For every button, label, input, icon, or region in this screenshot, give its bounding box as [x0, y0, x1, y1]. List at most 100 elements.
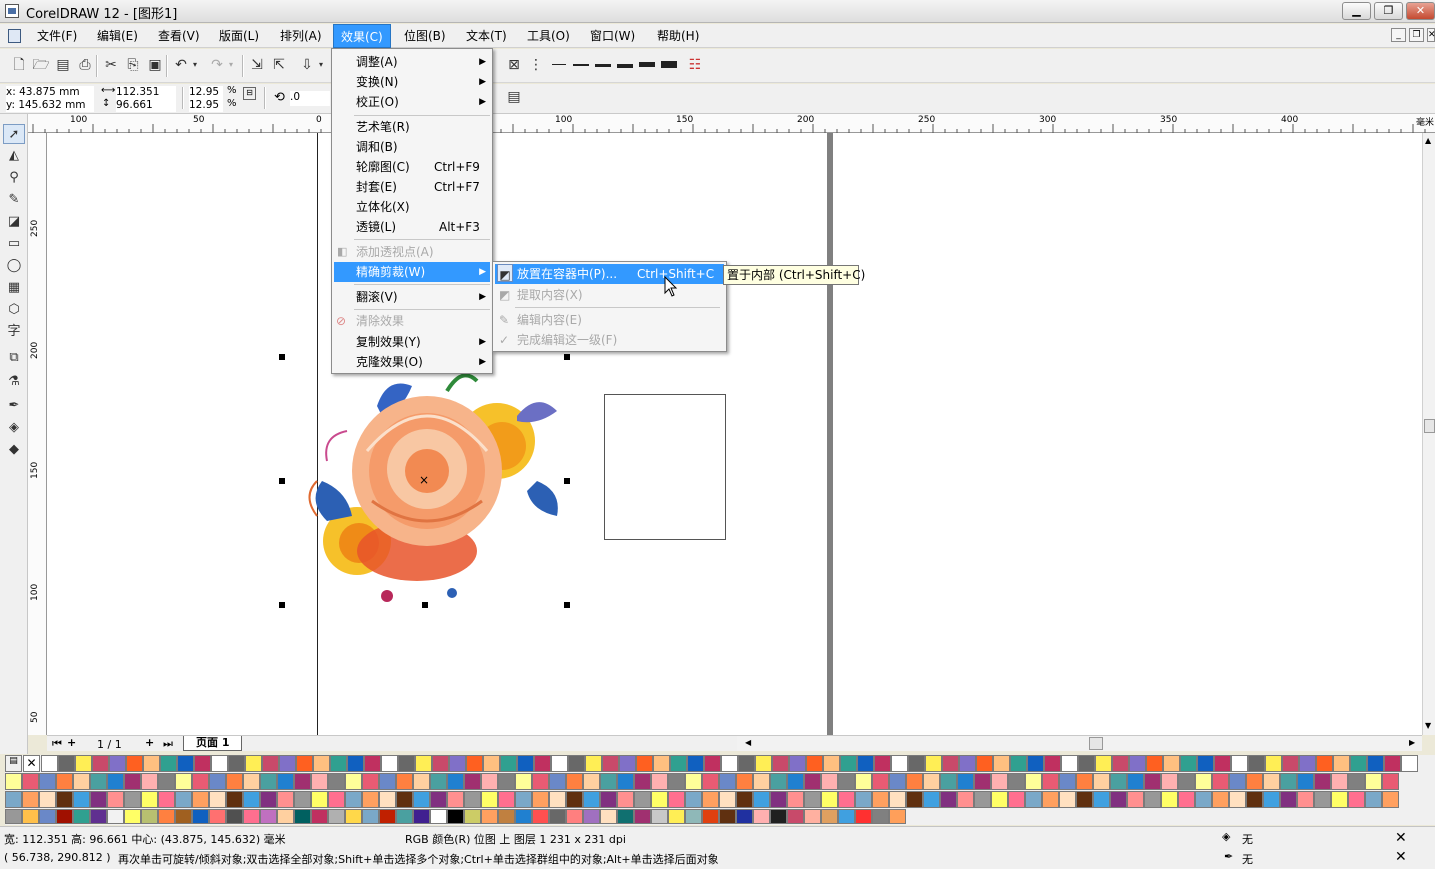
- color-swatch[interactable]: [362, 809, 379, 824]
- color-swatch[interactable]: [738, 755, 755, 772]
- color-swatch[interactable]: [670, 755, 687, 772]
- outline-width-5-icon[interactable]: [639, 62, 655, 67]
- color-swatch[interactable]: [721, 755, 738, 772]
- color-swatch[interactable]: [619, 755, 636, 772]
- add-page-before-icon[interactable]: +: [67, 736, 76, 749]
- color-swatch[interactable]: [617, 809, 634, 824]
- horizontal-scrollbar[interactable]: ◀ ▶: [737, 735, 1422, 751]
- color-swatch[interactable]: [449, 755, 466, 772]
- color-swatch[interactable]: [1265, 755, 1282, 772]
- color-swatch[interactable]: [294, 773, 311, 790]
- color-swatch[interactable]: [532, 773, 549, 790]
- export-icon[interactable]: ⇱: [270, 56, 288, 74]
- color-swatch[interactable]: [141, 791, 158, 808]
- color-swatch[interactable]: [838, 791, 855, 808]
- color-swatch[interactable]: [823, 755, 840, 772]
- color-swatch[interactable]: [1316, 755, 1333, 772]
- color-swatch[interactable]: [1059, 773, 1076, 790]
- scale-height-field[interactable]: 12.95: [189, 99, 223, 112]
- color-swatch[interactable]: [124, 809, 141, 824]
- outline-status[interactable]: 无: [1242, 851, 1253, 867]
- color-swatch[interactable]: [600, 791, 617, 808]
- fill-status[interactable]: 无: [1242, 831, 1253, 847]
- color-swatch[interactable]: [685, 809, 702, 824]
- color-swatch[interactable]: [755, 755, 772, 772]
- scroll-thumb[interactable]: [1424, 419, 1435, 433]
- color-swatch[interactable]: [1078, 755, 1095, 772]
- color-swatch[interactable]: [1042, 773, 1059, 790]
- document-icon[interactable]: [8, 29, 21, 43]
- menu-item-extract-contents[interactable]: ◩ 提取内容(X): [495, 285, 724, 305]
- color-swatch[interactable]: [585, 755, 602, 772]
- color-swatch[interactable]: [226, 791, 243, 808]
- color-swatch[interactable]: [974, 773, 991, 790]
- palette-menu-icon[interactable]: ▤: [5, 755, 22, 772]
- color-swatch[interactable]: [704, 755, 721, 772]
- color-swatch[interactable]: [889, 809, 906, 824]
- color-swatch[interactable]: [566, 773, 583, 790]
- color-swatch[interactable]: [1280, 773, 1297, 790]
- rectangle-container[interactable]: [604, 394, 726, 540]
- color-swatch[interactable]: [532, 791, 549, 808]
- outline-width-6-icon[interactable]: [661, 61, 677, 68]
- menu-item-place-inside-container[interactable]: ◩ 放置在容器中(P)... Ctrl+Shift+C: [495, 264, 724, 284]
- color-swatch[interactable]: [73, 791, 90, 808]
- menu-item-powerclip[interactable]: 精确剪裁(W) ▶: [334, 262, 490, 282]
- import-icon[interactable]: ⇲: [248, 56, 266, 74]
- color-swatch[interactable]: [634, 809, 651, 824]
- color-swatch[interactable]: [447, 773, 464, 790]
- color-swatch[interactable]: [177, 755, 194, 772]
- color-swatch[interactable]: [940, 773, 957, 790]
- color-swatch[interactable]: [1127, 791, 1144, 808]
- color-swatch[interactable]: [92, 755, 109, 772]
- color-swatch[interactable]: [1112, 755, 1129, 772]
- color-swatch[interactable]: [328, 809, 345, 824]
- menu-file[interactable]: 文件(F): [30, 24, 84, 48]
- color-swatch[interactable]: [857, 755, 874, 772]
- color-swatch[interactable]: [634, 773, 651, 790]
- selection-handle[interactable]: [564, 354, 570, 360]
- color-swatch[interactable]: [175, 791, 192, 808]
- color-swatch[interactable]: [226, 809, 243, 824]
- color-swatch[interactable]: [940, 791, 957, 808]
- color-swatch[interactable]: [889, 791, 906, 808]
- paste-icon[interactable]: ▣: [146, 56, 164, 74]
- color-swatch[interactable]: [124, 773, 141, 790]
- color-swatch[interactable]: [957, 791, 974, 808]
- color-swatch[interactable]: [1127, 773, 1144, 790]
- vertical-ruler[interactable]: 250 200 150 100 50: [28, 133, 47, 735]
- selection-handle[interactable]: [279, 354, 285, 360]
- color-swatch[interactable]: [1044, 755, 1061, 772]
- color-swatch[interactable]: [1229, 773, 1246, 790]
- color-swatch[interactable]: [821, 791, 838, 808]
- rotation-field[interactable]: .0: [290, 91, 330, 106]
- color-swatch[interactable]: [39, 791, 56, 808]
- eyedropper-tool-icon[interactable]: ⚗: [3, 372, 25, 392]
- color-swatch[interactable]: [515, 773, 532, 790]
- color-swatch[interactable]: [430, 791, 447, 808]
- color-swatch[interactable]: [328, 773, 345, 790]
- color-swatch[interactable]: [58, 755, 75, 772]
- color-swatch[interactable]: [328, 791, 345, 808]
- no-color-swatch[interactable]: ✕: [23, 755, 40, 772]
- color-swatch[interactable]: [1059, 791, 1076, 808]
- color-swatch[interactable]: [719, 809, 736, 824]
- color-swatch[interactable]: [1144, 773, 1161, 790]
- color-swatch[interactable]: [736, 791, 753, 808]
- color-swatch[interactable]: [1010, 755, 1027, 772]
- menu-effects[interactable]: 效果(C): [333, 24, 391, 48]
- flower-bitmap[interactable]: [287, 361, 577, 611]
- color-swatch[interactable]: [124, 791, 141, 808]
- color-swatch[interactable]: [243, 773, 260, 790]
- color-swatch[interactable]: [1401, 755, 1418, 772]
- color-swatch[interactable]: [279, 755, 296, 772]
- color-swatch[interactable]: [957, 773, 974, 790]
- color-swatch[interactable]: [39, 773, 56, 790]
- scale-width-field[interactable]: 12.95: [189, 86, 223, 99]
- color-swatch[interactable]: [687, 755, 704, 772]
- color-swatch[interactable]: [430, 773, 447, 790]
- color-swatch[interactable]: [481, 809, 498, 824]
- color-swatch[interactable]: [277, 809, 294, 824]
- color-swatch[interactable]: [1348, 791, 1365, 808]
- color-swatch[interactable]: [211, 755, 228, 772]
